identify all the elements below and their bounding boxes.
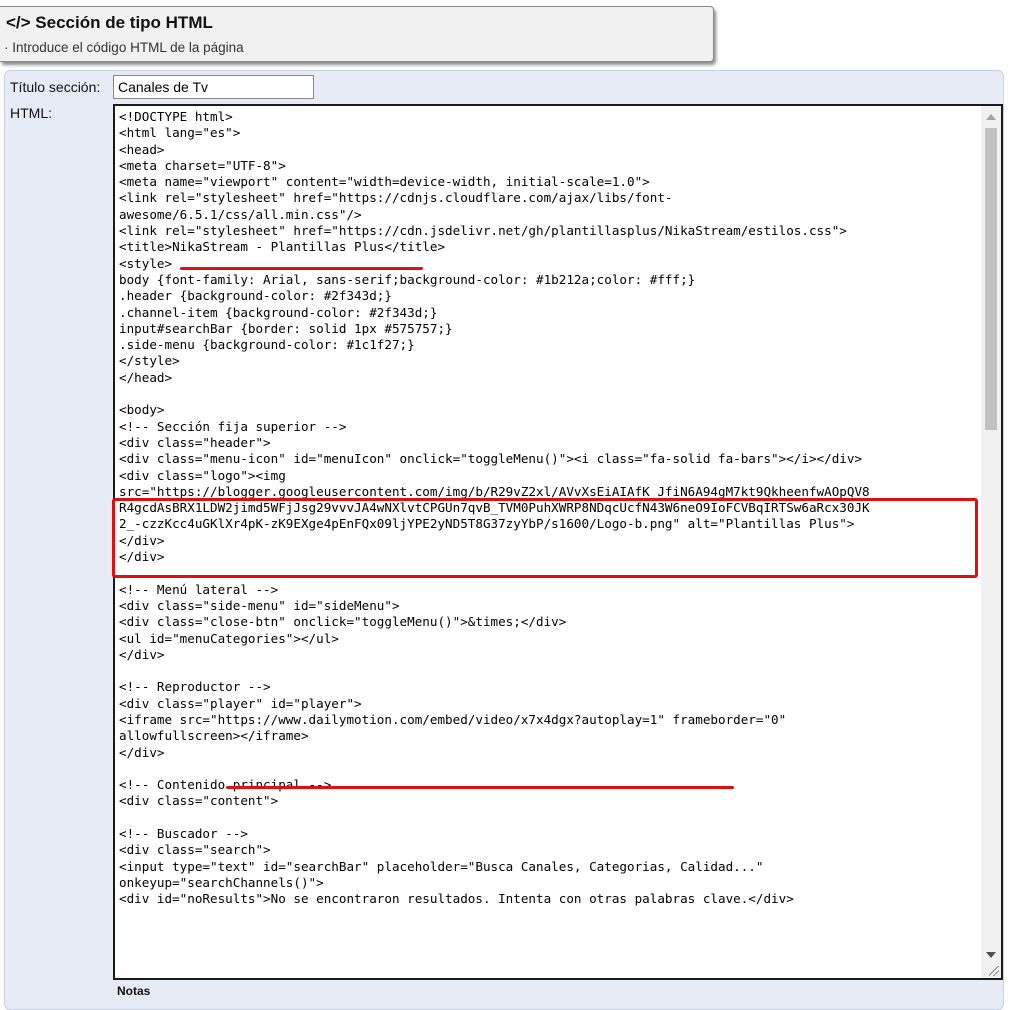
code-line: <!-- Menú lateral --> — [119, 581, 279, 597]
code-line: <!-- Buscador --> — [119, 826, 248, 842]
code-line: <!-- Sección fija superior --> — [119, 418, 347, 434]
code-line: <div class="close-btn" onclick="toggleMe… — [119, 614, 567, 630]
code-line: .side-menu {background-color: #1c1f27;} — [119, 337, 415, 353]
code-line: <!DOCTYPE html> — [119, 109, 233, 124]
title-underline-annotation — [180, 267, 423, 270]
scroll-up-arrow-icon[interactable] — [986, 114, 996, 120]
code-line: <meta name="viewport" content="width=dev… — [119, 174, 650, 190]
section-subtitle: · Introduce el código HTML de la página — [4, 40, 244, 55]
scroll-down-arrow-icon[interactable] — [986, 952, 996, 958]
code-line: <input type="text" id="searchBar" placeh… — [119, 858, 764, 874]
code-line: </div> — [119, 744, 165, 760]
code-line: </head> — [119, 369, 173, 385]
code-line: <div class="logo"><img — [119, 467, 286, 483]
code-line: <div class="player" id="player"> — [119, 695, 362, 711]
code-line: onkeyup="searchChannels()"> — [119, 874, 324, 890]
code-line: <link rel="stylesheet" href="https://cdn… — [119, 223, 847, 239]
code-line: <div id="noResults">No se encontraron re… — [119, 891, 794, 907]
code-line: <div class="header"> — [119, 434, 271, 450]
code-line: </div> — [119, 646, 165, 662]
code-line: </style> — [119, 353, 180, 369]
code-line: <title>NikaStream - Plantillas Plus</tit… — [119, 239, 446, 255]
html-label: HTML: — [10, 105, 52, 121]
code-line: <body> — [119, 402, 165, 418]
code-line: input#searchBar {border: solid 1px #5757… — [119, 320, 453, 336]
notes-label: Notas — [117, 984, 151, 998]
code-line: <html lang="es"> — [119, 125, 241, 141]
code-line: <iframe src="https://www.dailymotion.com… — [119, 711, 787, 727]
code-line: awesome/6.5.1/css/all.min.css"/> — [119, 206, 362, 222]
code-line: <div class="search"> — [119, 842, 271, 858]
scroll-thumb[interactable] — [985, 128, 997, 430]
code-line: <div class="side-menu" id="sideMenu"> — [119, 597, 400, 613]
resize-grip-icon[interactable] — [989, 966, 999, 976]
section-title-input[interactable] — [113, 75, 314, 99]
code-line: .header {background-color: #2f343d;} — [119, 288, 392, 304]
code-line: allowfullscreen></iframe> — [119, 728, 309, 744]
code-line: <meta charset="UTF-8"> — [119, 157, 286, 173]
logo-highlight-annotation — [112, 498, 978, 578]
code-line: body {font-family: Arial, sans-serif;bac… — [119, 271, 696, 287]
code-line: <div class="menu-icon" id="menuIcon" onc… — [119, 451, 863, 467]
code-line: <link rel="stylesheet" href="https://cdn… — [119, 190, 673, 206]
code-line: .channel-item {background-color: #2f343d… — [119, 304, 438, 320]
section-header: </> Sección de tipo HTML · Introduce el … — [0, 6, 714, 62]
code-line: <div class="content"> — [119, 793, 279, 809]
code-line: <ul id="menuCategories"></ul> — [119, 630, 339, 646]
section-title: </> Sección de tipo HTML — [6, 13, 213, 32]
iframe-src-underline-annotation — [226, 786, 734, 789]
code-line: <!-- Reproductor --> — [119, 679, 271, 695]
section-title-label: Título sección: — [10, 79, 101, 95]
code-scrollbar[interactable] — [981, 106, 1001, 978]
code-line: <head> — [119, 141, 165, 157]
